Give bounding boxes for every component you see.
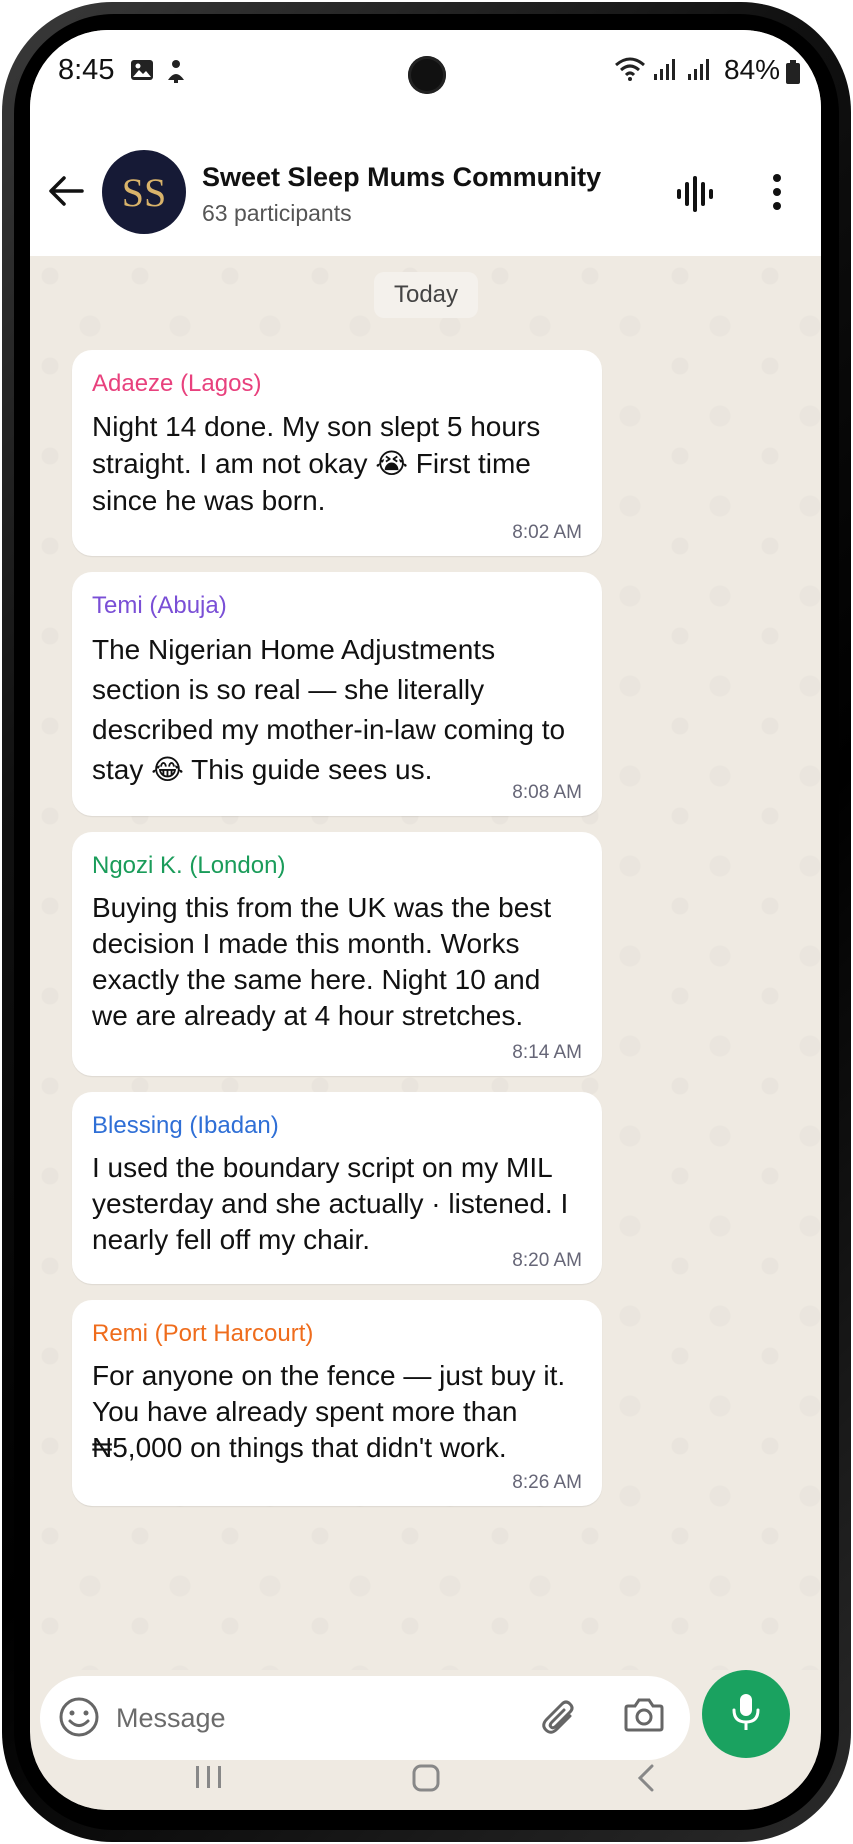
message-bubble[interactable]: Blessing (Ibadan) I used the boundary sc… (72, 1092, 602, 1284)
message-text: The Nigerian Home Adjustments section is… (92, 634, 566, 785)
message-sender: Adaeze (Lagos) (92, 370, 262, 397)
message-text: Buying this from the UK was the best dec… (92, 892, 552, 1031)
system-nav-bar (30, 1760, 821, 1810)
group-avatar[interactable]: SS (102, 150, 186, 234)
front-camera (408, 56, 446, 94)
paperclip-icon[interactable] (540, 1696, 580, 1743)
gallery-icon (130, 58, 154, 87)
message-time: 8:02 AM (512, 522, 582, 543)
message-time: 8:20 AM (512, 1250, 582, 1271)
battery-icon (786, 60, 800, 89)
recent-apps-icon[interactable] (194, 1764, 224, 1795)
message-bubble[interactable]: Temi (Abuja) The Nigerian Home Adjustmen… (72, 572, 602, 816)
message-bubble[interactable]: Ngozi K. (London) Buying this from the U… (72, 832, 602, 1076)
signal-icon (686, 58, 710, 87)
status-bar: 8:45 84% (30, 30, 821, 126)
message-input[interactable] (116, 1696, 456, 1740)
home-icon[interactable] (412, 1764, 440, 1797)
message-time: 8:14 AM (512, 1042, 582, 1063)
message-bubble[interactable]: Adaeze (Lagos) Night 14 done. My son sle… (72, 350, 602, 556)
back-arrow-icon[interactable] (48, 174, 84, 213)
message-sender: Temi (Abuja) (92, 592, 227, 619)
message-time: 8:08 AM (512, 782, 582, 803)
mic-button[interactable] (702, 1670, 790, 1758)
message-sender: Ngozi K. (London) (92, 852, 286, 879)
message-sender: Remi (Port Harcourt) (92, 1320, 314, 1347)
wifi-icon (614, 56, 646, 87)
date-separator: Today (374, 272, 478, 318)
message-text: Night 14 done. My son slept 5 hours stra… (92, 411, 541, 516)
camera-icon[interactable] (624, 1696, 664, 1737)
back-nav-icon[interactable] (636, 1764, 656, 1797)
more-options-icon[interactable] (770, 172, 784, 217)
message-time: 8:26 AM (512, 1472, 582, 1493)
message-text: I used the boundary script on my MIL yes… (92, 1152, 569, 1255)
message-composer (40, 1676, 690, 1760)
voice-chat-icon[interactable] (674, 174, 714, 219)
message-sender: Blessing (Ibadan) (92, 1112, 279, 1139)
message-bubble[interactable]: Remi (Port Harcourt) For anyone on the f… (72, 1300, 602, 1506)
participant-count[interactable]: 63 participants (202, 200, 352, 227)
notification-icon (164, 58, 188, 89)
chat-messages[interactable]: Today Adaeze (Lagos) Night 14 done. My s… (30, 256, 821, 1670)
chat-header: SS Sweet Sleep Mums Community 63 partici… (30, 126, 821, 256)
chat-title[interactable]: Sweet Sleep Mums Community (202, 162, 601, 193)
emoji-icon[interactable] (58, 1696, 100, 1743)
status-time: 8:45 (58, 54, 115, 86)
message-text: For anyone on the fence — just buy it. Y… (92, 1360, 566, 1463)
signal-icon (652, 58, 676, 87)
battery-percentage: 84% (724, 54, 781, 85)
microphone-icon (731, 1692, 761, 1737)
screen: 8:45 84% SS Sweet Sleep Mums Community 6… (30, 30, 821, 1810)
